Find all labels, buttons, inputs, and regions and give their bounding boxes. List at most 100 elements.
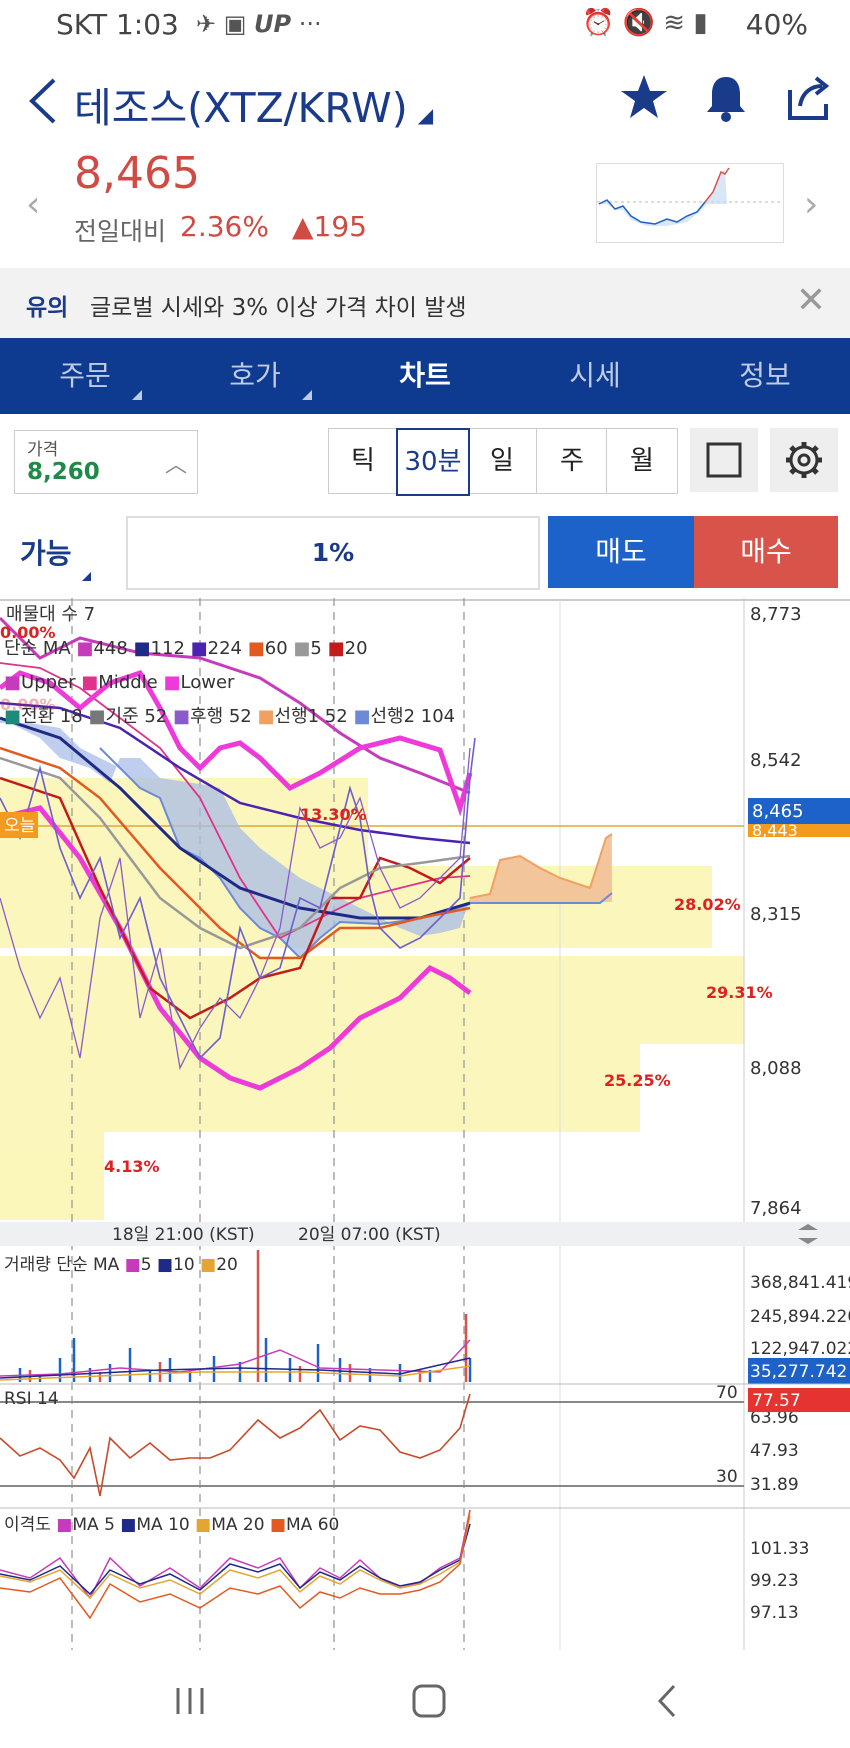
volume-axis-1: 245,894.220 [750, 1307, 850, 1327]
legend-ichi-conv: 전환 18 [21, 706, 83, 727]
rsi-legend: RSI 14 [4, 1389, 59, 1409]
star-icon[interactable] [618, 72, 670, 124]
legend-bb-lower: Lower [181, 672, 236, 693]
fullscreen-button[interactable] [690, 428, 758, 492]
tab-info[interactable]: 정보 [680, 338, 850, 414]
app-header: 테조스(XTZ/KRW) ◢ [0, 60, 850, 140]
tab-market[interactable]: 시세 [510, 338, 680, 414]
sparkline-chart [596, 163, 784, 243]
today-label: 오늘 [4, 816, 35, 836]
svg-text:이격도 ■MA 5 ■MA 10: 이격도 ■MA 5 ■MA 10 ■MA 20 ■MA 60 [4, 1515, 339, 1535]
tab-market-label: 시세 [569, 359, 621, 392]
price-axis-4: 7,864 [750, 1198, 802, 1219]
notice-tag: 유의 [26, 295, 69, 321]
period-day[interactable]: 일 [466, 428, 538, 494]
order-percent-field[interactable]: 1% [126, 516, 540, 590]
next-coin-icon[interactable]: › [804, 184, 818, 225]
rsi-axis-2: 31.89 [750, 1475, 799, 1495]
price-selector-label: 가격 [27, 440, 59, 460]
share-icon[interactable] [782, 72, 834, 124]
price-axis-3: 8,088 [750, 1058, 802, 1079]
annotation-6: 4.13% [104, 1157, 160, 1176]
notice-message: 글로벌 시세와 3% 이상 가격 차이 발생 [90, 295, 467, 321]
back-icon[interactable] [24, 76, 64, 126]
sell-button[interactable]: 매도 [548, 516, 694, 588]
coin-title: 테조스(XTZ/KRW) [74, 84, 408, 132]
disparity-axis-1: 99.23 [750, 1571, 799, 1591]
annotation-4: 29.31% [706, 983, 773, 1002]
legend-ma-60: 60 [265, 638, 288, 659]
svg-text:단순 MA ■448 ■112: 단순 MA ■448 ■112 ■224 ■60 ■5 ■20 [4, 638, 368, 659]
legend-ichi-span1: 선행1 52 [275, 706, 348, 727]
battery-percent: 40% [745, 8, 808, 41]
square-icon [706, 442, 742, 478]
tab-chart[interactable]: 차트 [340, 338, 510, 414]
rsi-line [0, 1393, 471, 1497]
annotation-3: 28.02% [674, 895, 741, 914]
settings-button[interactable] [770, 428, 838, 492]
status-carrier-time: SKT 1:03 [56, 8, 179, 41]
buy-button[interactable]: 매수 [694, 516, 838, 588]
disparity-legend-ma10: MA 10 [136, 1515, 189, 1535]
status-bar: SKT 1:03 ✈ ▣ 𝙐𝙋 ··· ⏰ 🔇 ≋ ▮ 40% [0, 0, 850, 52]
svg-text:■전환 18 ■기준 52 ■후행: ■전환 18 ■기준 52 ■후행 52 ■선행1 52 ■선행2 104 [4, 706, 455, 727]
svg-text:거래량 단순 MA ■5 ■10: 거래량 단순 MA ■5 ■10 ■20 [4, 1255, 238, 1275]
disparity-legend-ma5: MA 5 [72, 1515, 115, 1535]
gear-icon [786, 442, 822, 478]
legend-ichi-lag: 후행 52 [190, 706, 252, 727]
order-ability-dropdown[interactable]: 가능 [20, 532, 72, 572]
disparity-legend-ma60: MA 60 [286, 1515, 339, 1535]
price-selector-value: 8,260 [27, 459, 100, 485]
legend-ma-label: 단순 MA [4, 638, 71, 659]
legend-ma-20: 20 [345, 638, 368, 659]
notice-banner: 유의 글로벌 시세와 3% 이상 가격 차이 발생 ✕ [0, 268, 850, 338]
legend-ichi-base: 기준 52 [106, 706, 168, 727]
close-icon[interactable]: ✕ [796, 280, 826, 321]
rsi-current: 77.57 [752, 1391, 801, 1411]
status-icons: ✈ ▣ 𝙐𝙋 ··· [196, 10, 322, 38]
volume-current: 35,277.742 [750, 1362, 847, 1382]
tab-orderbook[interactable]: 호가 [170, 338, 340, 414]
price-axis-2: 8,315 [750, 904, 802, 925]
page-title[interactable]: 테조스(XTZ/KRW) ◢ [74, 74, 433, 134]
home-icon[interactable] [410, 1682, 448, 1720]
volume-profile [0, 778, 744, 1220]
status-right-icons: ⏰ 🔇 ≋ ▮ [582, 8, 708, 38]
period-week[interactable]: 주 [536, 428, 608, 494]
legend-ma-112: 112 [151, 638, 185, 659]
tab-chart-label: 차트 [399, 359, 451, 392]
period-month[interactable]: 월 [606, 428, 678, 494]
volume-legend-10: 10 [173, 1255, 195, 1275]
main-tabs: 주문 호가 차트 시세 정보 [0, 338, 850, 414]
tab-order-menu-icon [132, 390, 142, 400]
volume-legend-label: 거래량 단순 MA [4, 1255, 120, 1275]
rsi-axis-1: 47.93 [750, 1441, 799, 1461]
current-price-tag: 8,465 [752, 801, 804, 822]
legend-bb-middle: Middle [98, 672, 157, 693]
recent-apps-icon[interactable] [172, 1686, 208, 1716]
legend-ma-5: 5 [310, 638, 321, 659]
tab-orderbook-label: 호가 [229, 359, 281, 392]
tab-order[interactable]: 주문 [0, 338, 170, 414]
period-30min[interactable]: 30분 [396, 428, 470, 496]
rsi-level-70: 70 [716, 1383, 738, 1403]
price-selector[interactable]: 가격 8,260 ︿ [14, 430, 198, 494]
bell-icon[interactable] [700, 72, 752, 124]
disparity-legend-ma20: MA 20 [211, 1515, 264, 1535]
price-axis-1: 8,542 [750, 750, 802, 771]
volume-legend-20: 20 [216, 1255, 238, 1275]
disparity-axis-0: 101.33 [750, 1539, 809, 1559]
price-chart[interactable]: 0.00% 0.00% 13.30% 28.02% 29.31% 25.25% … [0, 598, 850, 1650]
svg-text:■Upper ■Middle ■Lo: ■Upper ■Middle ■Lower [4, 672, 235, 693]
tab-orderbook-menu-icon [302, 390, 312, 400]
disparity-axis-2: 97.13 [750, 1603, 799, 1623]
period-tick[interactable]: 틱 [328, 428, 398, 494]
title-dropdown-icon[interactable]: ◢ [418, 103, 433, 127]
change-value: ▲195 [292, 210, 367, 243]
back-nav-icon[interactable] [654, 1684, 680, 1718]
prev-coin-icon[interactable]: ‹ [26, 184, 40, 225]
legend-bb-upper: Upper [21, 672, 76, 693]
tab-info-label: 정보 [739, 359, 791, 392]
annotation-5: 25.25% [604, 1071, 671, 1090]
system-nav-bar [0, 1650, 850, 1748]
